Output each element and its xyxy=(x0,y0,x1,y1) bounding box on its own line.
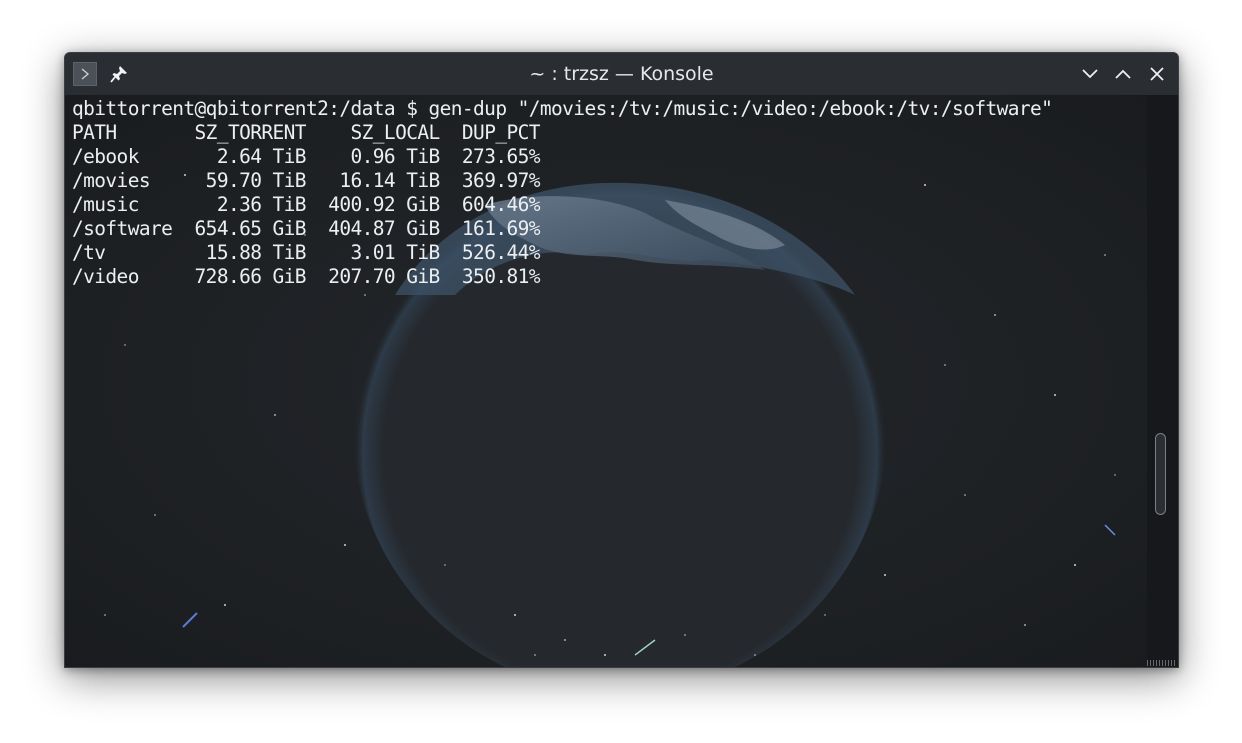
table-cell: 273.65% xyxy=(439,145,541,168)
table-cell: /ebook xyxy=(72,145,184,168)
table-cell: /software xyxy=(72,217,184,240)
table-row: /music 2.36 TiB 400.92 GiB 604.46% xyxy=(72,193,541,216)
table-row: /movies 59.70 TiB 16.14 TiB 369.97% xyxy=(72,169,541,192)
table-cell: 728.66 GiB xyxy=(183,265,307,288)
table-cell: 15.88 TiB xyxy=(183,241,307,264)
table-cell: 3.01 TiB xyxy=(305,241,441,264)
command-line: qbittorrent@qbitorrent2:/data $ gen-dup … xyxy=(72,97,1053,120)
scroll-thumb[interactable] xyxy=(1155,433,1166,515)
table-cell: /music xyxy=(72,193,184,216)
table-cell: 2.64 TiB xyxy=(183,145,307,168)
header-cell: DUP_PCT xyxy=(439,121,541,144)
konsole-window: ~ : trzsz — Konsole qbittorrent@qbitorre… xyxy=(64,52,1179,668)
table-header: PATH SZ_TORRENT SZ_LOCAL DUP_PCT xyxy=(72,121,541,144)
chevron-up-icon[interactable] xyxy=(1112,63,1134,85)
header-cell: SZ_TORRENT xyxy=(194,121,307,144)
table-cell: 654.65 GiB xyxy=(183,217,307,240)
result-table: PATH SZ_TORRENT SZ_LOCAL DUP_PCT /ebook … xyxy=(72,121,541,288)
resize-grip[interactable] xyxy=(1147,660,1177,666)
window-title: ~ : trzsz — Konsole xyxy=(529,63,714,85)
terminal-output[interactable]: qbittorrent@qbitorrent2:/data $ gen-dup … xyxy=(72,97,1053,289)
chevron-down-icon[interactable] xyxy=(1079,63,1101,85)
table-cell: 2.36 TiB xyxy=(183,193,307,216)
table-cell: 207.70 GiB xyxy=(305,265,440,288)
table-cell: 404.87 GiB xyxy=(305,217,440,240)
scrollbar[interactable] xyxy=(1147,95,1178,667)
close-x-icon[interactable] xyxy=(1146,63,1168,85)
table-row: /video 728.66 GiB 207.70 GiB 350.81% xyxy=(72,265,541,288)
table-cell: 604.46% xyxy=(439,193,541,216)
terminal-prompt-icon[interactable] xyxy=(73,62,97,86)
header-cell: PATH xyxy=(72,121,195,144)
table-cell: /movies xyxy=(72,169,184,192)
table-row: /software 654.65 GiB 404.87 GiB 161.69% xyxy=(72,217,541,240)
table-row: /ebook 2.64 TiB 0.96 TiB 273.65% xyxy=(72,145,541,168)
table-cell: 350.81% xyxy=(439,265,541,288)
terminal-view[interactable]: qbittorrent@qbitorrent2:/data $ gen-dup … xyxy=(65,95,1147,667)
header-cell: SZ_LOCAL xyxy=(305,121,441,144)
pin-icon[interactable] xyxy=(109,64,129,84)
table-cell: 526.44% xyxy=(439,241,541,264)
table-cell: 16.14 TiB xyxy=(305,169,440,192)
table-row: /tv 15.88 TiB 3.01 TiB 526.44% xyxy=(72,241,541,264)
table-cell: /tv xyxy=(72,241,184,264)
titlebar[interactable]: ~ : trzsz — Konsole xyxy=(65,53,1178,95)
table-cell: 0.96 TiB xyxy=(305,145,441,168)
table-cell: 369.97% xyxy=(439,169,541,192)
table-cell: /video xyxy=(72,265,184,288)
table-cell: 161.69% xyxy=(439,217,541,240)
table-cell: 59.70 TiB xyxy=(183,169,307,192)
table-cell: 400.92 GiB xyxy=(305,193,440,216)
